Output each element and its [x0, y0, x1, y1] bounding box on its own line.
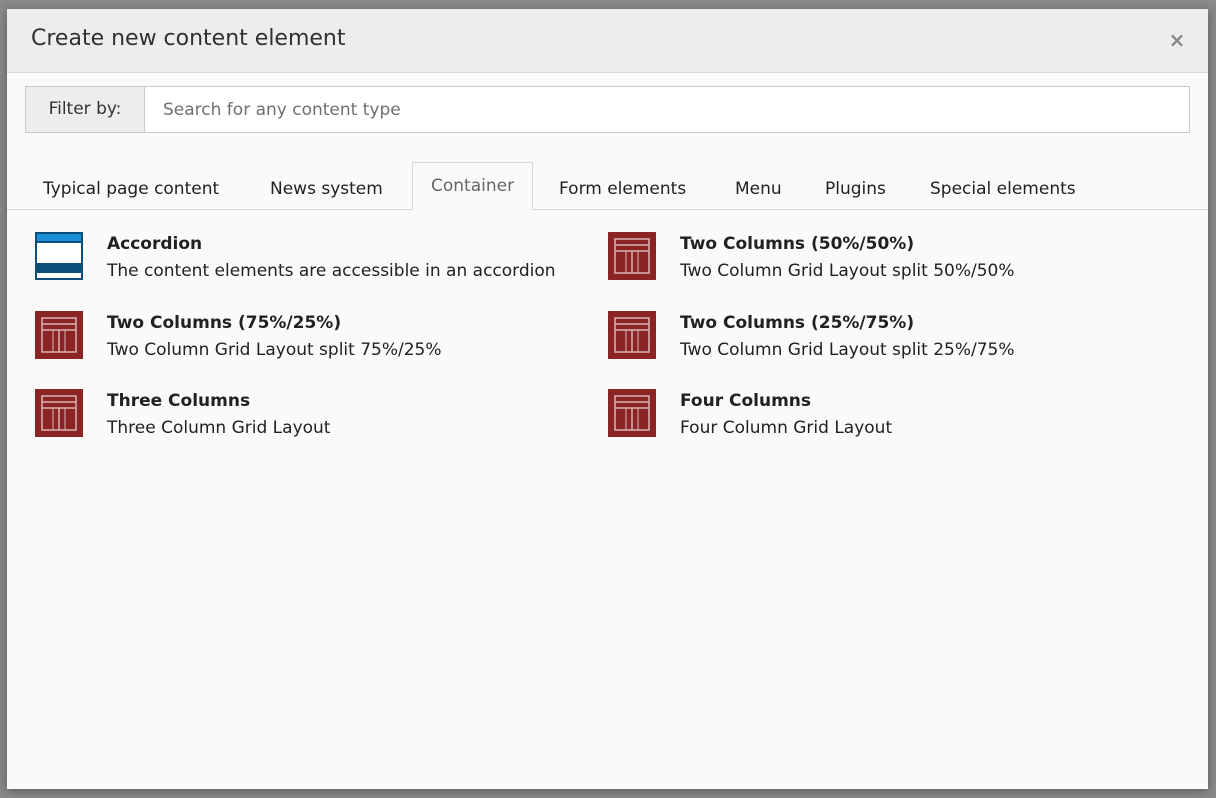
content-element-description: Two Column Grid Layout split 75%/25%	[107, 340, 442, 360]
content-element-four-columns[interactable]: Four Columns Four Column Grid Layout	[608, 367, 1178, 438]
close-icon[interactable]: ×	[1164, 27, 1190, 53]
content-element-title: Two Columns (75%/25%)	[107, 313, 342, 333]
content-element-two-columns-75-25[interactable]: Two Columns (75%/25%) Two Column Grid La…	[35, 289, 605, 360]
tab-typical-page-content[interactable]: Typical page content	[43, 170, 219, 208]
content-element-title: Accordion	[107, 234, 203, 254]
tab-plugins[interactable]: Plugins	[825, 170, 886, 208]
content-element-two-columns-25-75[interactable]: Two Columns (25%/75%) Two Column Grid La…	[608, 289, 1178, 360]
accordion-icon	[35, 232, 83, 280]
content-element-description: The content elements are accessible in a…	[107, 261, 556, 281]
content-element-description: Three Column Grid Layout	[107, 418, 331, 438]
modal-header: Create new content element ×	[7, 9, 1208, 73]
content-type-tabs: Typical page content News system Contain…	[7, 162, 1208, 210]
create-content-element-dialog: Create new content element × Filter by: …	[7, 9, 1208, 789]
tab-menu[interactable]: Menu	[735, 170, 782, 208]
modal-title: Create new content element	[31, 26, 346, 51]
content-element-description: Two Column Grid Layout split 50%/50%	[680, 261, 1015, 281]
tab-form-elements[interactable]: Form elements	[559, 170, 686, 208]
content-element-title: Three Columns	[107, 391, 251, 411]
tab-special-elements[interactable]: Special elements	[930, 170, 1076, 208]
grid-layout-icon	[35, 389, 83, 437]
grid-layout-icon	[35, 311, 83, 359]
grid-layout-icon	[608, 232, 656, 280]
search-input[interactable]	[145, 87, 1189, 132]
content-element-two-columns-50-50[interactable]: Two Columns (50%/50%) Two Column Grid La…	[608, 210, 1178, 281]
content-element-accordion[interactable]: Accordion The content elements are acces…	[35, 210, 605, 281]
tab-news-system[interactable]: News system	[270, 170, 383, 208]
grid-layout-icon	[608, 311, 656, 359]
tab-container[interactable]: Container	[412, 162, 534, 210]
content-element-title: Four Columns	[680, 391, 812, 411]
filter-label: Filter by:	[26, 87, 145, 132]
content-element-title: Two Columns (50%/50%)	[680, 234, 915, 254]
content-element-description: Four Column Grid Layout	[680, 418, 893, 438]
content-element-description: Two Column Grid Layout split 25%/75%	[680, 340, 1015, 360]
filter-group: Filter by:	[25, 86, 1190, 133]
content-element-three-columns[interactable]: Three Columns Three Column Grid Layout	[35, 367, 605, 438]
content-element-title: Two Columns (25%/75%)	[680, 313, 915, 333]
grid-layout-icon	[608, 389, 656, 437]
